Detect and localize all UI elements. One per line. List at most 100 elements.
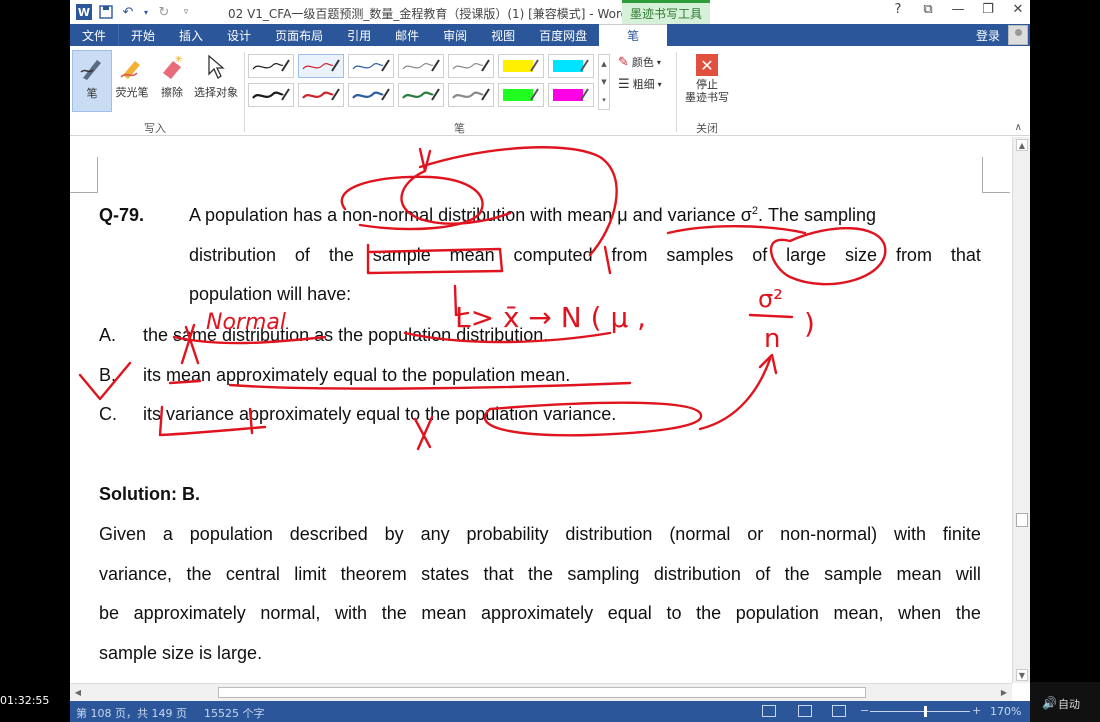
word: large <box>786 245 827 265</box>
word: states <box>421 564 470 584</box>
pen-style-option[interactable] <box>548 83 594 107</box>
option-c-text: its variance approximately equal to the … <box>143 404 617 424</box>
scroll-thumb[interactable] <box>218 687 866 698</box>
pen-style-option[interactable] <box>548 54 594 78</box>
pen-stroke-icon <box>402 88 440 101</box>
gallery-scroll[interactable]: ▲ ▼ ▾ <box>598 54 610 110</box>
tab-references[interactable]: 引用 <box>335 24 383 46</box>
pen-style-option[interactable] <box>348 83 394 107</box>
minimize-button[interactable]: — <box>950 2 966 17</box>
highlighter-swatch-icon <box>503 88 539 101</box>
auto-quality-button[interactable]: 自动 <box>1058 696 1080 712</box>
word-count[interactable]: 15525 个字 <box>204 705 265 721</box>
volume-icon[interactable]: 🔊 <box>1042 696 1057 710</box>
scroll-down-icon[interactable]: ▼ <box>1016 669 1028 681</box>
tab-baidu-netdisk[interactable]: 百度网盘 <box>527 24 599 46</box>
pen-style-option[interactable] <box>448 83 494 107</box>
word: with <box>335 603 368 623</box>
tab-layout[interactable]: 页面布局 <box>263 24 335 46</box>
help-button[interactable]: ? <box>890 2 906 17</box>
word: when <box>898 603 942 623</box>
group-divider <box>676 52 677 132</box>
maximize-button[interactable]: ❐ <box>980 2 996 17</box>
zoom-slider[interactable] <box>870 711 970 712</box>
highlighter-tool-button[interactable]: 荧光笔 <box>112 50 152 112</box>
option-a-text: the same distribution as the population … <box>143 325 549 345</box>
select-objects-button[interactable]: 选择对象 <box>192 50 240 112</box>
pen-tool-button[interactable]: 笔 <box>72 50 112 112</box>
tab-review[interactable]: 审阅 <box>431 24 479 46</box>
option-c-letter: C. <box>99 404 117 424</box>
scroll-right-icon[interactable]: ▶ <box>998 687 1010 699</box>
pen-style-option[interactable] <box>298 54 344 78</box>
collapse-ribbon-icon[interactable]: ∧ <box>1015 122 1022 133</box>
read-mode-icon[interactable] <box>762 705 776 717</box>
tab-design[interactable]: 设计 <box>215 24 263 46</box>
pen-thickness-button[interactable]: ☰ 粗细 ▾ <box>618 76 662 92</box>
pen-style-option[interactable] <box>398 83 444 107</box>
pen-stroke-icon <box>352 59 390 72</box>
thickness-icon: ☰ <box>618 76 630 92</box>
redo-icon[interactable]: ↻ <box>156 4 172 20</box>
pen-color-button[interactable]: ✎ 颜色 ▾ <box>618 54 661 70</box>
undo-dropdown-icon[interactable]: ▾ <box>142 4 150 20</box>
word: sample <box>372 245 431 265</box>
scroll-up-icon[interactable]: ▲ <box>1016 139 1028 151</box>
save-icon[interactable] <box>98 4 114 20</box>
print-layout-icon[interactable] <box>798 705 812 717</box>
word: any <box>420 524 450 544</box>
word: finite <box>942 524 981 544</box>
ribbon-pen: 笔 荧光笔 ✳ 擦除 选择对象 写入 ▲ ▼ ▾ 笔 ✎ 颜色 ▾ ☰ 粗细 ▾… <box>70 46 1030 136</box>
pen-style-option[interactable] <box>348 54 394 78</box>
pen-style-option[interactable] <box>298 83 344 107</box>
ink-sigma-squared: σ² <box>758 285 783 313</box>
player-controls: 🔊 自动 <box>1030 682 1100 722</box>
word: population <box>735 603 819 623</box>
page-count[interactable]: 第 108 页，共 149 页 <box>76 705 187 721</box>
word: to <box>666 603 682 623</box>
word: mean <box>896 564 942 584</box>
word: limit <box>294 564 327 584</box>
customize-qa-icon[interactable]: ▿ <box>178 4 194 20</box>
pen-style-option[interactable] <box>248 54 294 78</box>
undo-icon[interactable]: ↶ <box>120 4 136 20</box>
word: equal <box>607 603 652 623</box>
stop-inking-button[interactable]: ✕ 停止 墨迹书写 <box>682 54 732 104</box>
tab-mailings[interactable]: 邮件 <box>383 24 431 46</box>
document-canvas[interactable]: Q-79. A population has a non-normal dist… <box>70 137 1020 683</box>
zoom-level[interactable]: 170% <box>990 705 1021 718</box>
zoom-slider-handle[interactable] <box>924 706 927 717</box>
pen-style-option[interactable] <box>498 83 544 107</box>
close-x-icon: ✕ <box>696 54 718 76</box>
close-button[interactable]: ✕ <box>1010 2 1026 17</box>
vertical-scrollbar[interactable]: ▲ ▼ <box>1012 137 1030 683</box>
chevron-down-icon: ▾ <box>656 57 661 67</box>
question-line-1: A population has a non-normal distributi… <box>189 205 876 225</box>
tab-home[interactable]: 开始 <box>119 24 167 46</box>
scroll-left-icon[interactable]: ◀ <box>72 687 84 699</box>
pen-style-option[interactable] <box>398 54 444 78</box>
word: theorem <box>340 564 407 584</box>
ink-close-paren: ) <box>804 307 815 340</box>
tab-pen[interactable]: 笔 <box>599 24 668 46</box>
horizontal-scrollbar[interactable]: ◀ ▶ <box>70 683 1012 701</box>
tab-file[interactable]: 文件 <box>70 24 120 46</box>
pen-style-option[interactable] <box>498 54 544 78</box>
sign-in-link[interactable]: 登录 <box>976 27 1000 44</box>
status-bar: 第 108 页，共 149 页 15525 个字 − + 170% <box>70 701 1030 722</box>
avatar[interactable] <box>1008 25 1028 45</box>
zoom-out-icon[interactable]: − <box>860 704 869 717</box>
scroll-thumb[interactable] <box>1016 513 1028 527</box>
word: size <box>845 245 878 265</box>
web-layout-icon[interactable] <box>832 705 846 717</box>
ribbon-display-button[interactable]: ⧉ <box>920 2 936 17</box>
word: population <box>189 524 273 544</box>
tab-insert[interactable]: 插入 <box>167 24 215 46</box>
word: approximately <box>481 603 594 623</box>
word: central <box>225 564 280 584</box>
eraser-tool-button[interactable]: ✳ 擦除 <box>152 50 192 112</box>
pen-style-option[interactable] <box>448 54 494 78</box>
pen-style-option[interactable] <box>248 83 294 107</box>
tab-view[interactable]: 视图 <box>479 24 527 46</box>
zoom-in-icon[interactable]: + <box>972 704 981 717</box>
